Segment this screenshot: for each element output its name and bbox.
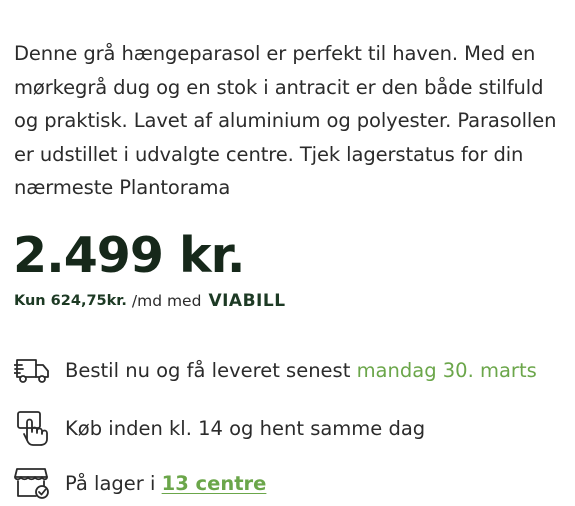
financing-info: Kun 624,75kr. /md med VIABILL [14,291,286,311]
stock-centres-link[interactable]: 13 centre [162,472,267,495]
product-description: Denne grå hængeparasol er perfekt til ha… [14,42,557,199]
delivery-truck-icon [14,352,50,388]
stock-text: På lager i [65,471,156,495]
product-price: 2.499 kr. [13,227,245,284]
delivery-info: Bestil nu og få leveret senest mandag 30… [14,352,537,388]
pickup-info: Køb inden kl. 14 og hent samme dag [14,410,425,446]
stock-info: På lager i 13 centre [14,465,266,501]
delivery-text: Bestil nu og få leveret senest [65,358,351,382]
viabill-logo: VIABILL [208,291,286,311]
store-check-icon [14,465,50,501]
hand-click-icon [14,410,50,446]
pickup-text: Køb inden kl. 14 og hent samme dag [65,416,426,440]
financing-suffix: /md med [131,292,202,310]
delivery-date: mandag 30. marts [356,358,537,382]
financing-amount: Kun 624,75kr. [14,293,127,309]
